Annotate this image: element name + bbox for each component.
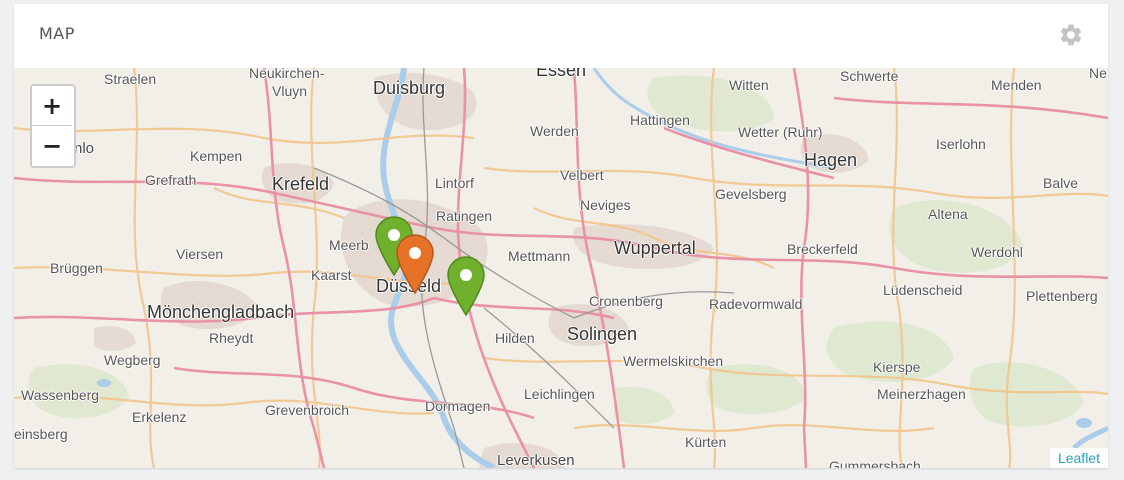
zoom-out-button[interactable]: − xyxy=(32,126,72,166)
place-label: Duisburg xyxy=(373,78,446,98)
place-label: Wermelskirchen xyxy=(623,353,724,369)
place-label: Kempen xyxy=(190,148,243,164)
place-label: Mönchengladbach xyxy=(147,302,295,322)
zoom-in-button[interactable]: + xyxy=(32,86,72,126)
place-label: nlo xyxy=(74,140,95,157)
place-label: Werdohl xyxy=(971,244,1023,260)
place-label: Velbert xyxy=(560,167,604,183)
place-label: Schwerte xyxy=(840,68,899,84)
place-label: Leverkusen xyxy=(497,452,575,468)
place-label: Meerb xyxy=(329,237,369,253)
place-label: Neviges xyxy=(580,197,631,213)
place-label: Straelen xyxy=(104,71,157,87)
marker-green-2[interactable] xyxy=(447,256,485,320)
place-label: Breckerfeld xyxy=(787,241,858,257)
place-label: Iserlohn xyxy=(936,136,986,152)
place-label: Grefrath xyxy=(145,172,197,188)
place-label: Kürten xyxy=(685,434,727,450)
place-label: Meinerzhagen xyxy=(877,386,966,402)
place-label: Leichlingen xyxy=(524,386,595,402)
place-label: Werden xyxy=(530,123,579,139)
gear-icon[interactable] xyxy=(1058,22,1084,48)
attribution: Leaflet xyxy=(1049,448,1108,468)
place-label: Rheydt xyxy=(209,330,254,346)
place-label: Kaarst xyxy=(311,267,352,283)
card-title: MAP xyxy=(39,24,75,43)
place-label: Witten xyxy=(729,77,769,93)
place-label: Dormagen xyxy=(425,398,491,414)
place-label: Altena xyxy=(928,206,968,222)
map-view[interactable]: Straelen Neukirchen- Vluyn Duisburg Esse… xyxy=(14,68,1108,468)
place-label: Hilden xyxy=(495,330,535,346)
place-label: Radevormwald xyxy=(709,296,803,312)
place-label: Solingen xyxy=(567,324,638,344)
place-label: Plettenberg xyxy=(1026,288,1098,304)
place-label: Krefeld xyxy=(272,174,330,194)
place-label: Kierspe xyxy=(873,359,921,375)
place-label: Hagen xyxy=(804,150,858,170)
place-label: Ratingen xyxy=(436,208,493,224)
place-label: Cronenberg xyxy=(589,293,663,309)
place-label: Lintorf xyxy=(435,175,474,191)
place-label: Gevelsberg xyxy=(715,186,787,202)
leaflet-link[interactable]: Leaflet xyxy=(1058,450,1100,466)
place-label: einsberg xyxy=(14,426,68,442)
place-label: Lüdenscheid xyxy=(883,282,963,298)
card-header: MAP xyxy=(14,4,1108,68)
place-label: Balve xyxy=(1043,175,1079,191)
place-label: Wuppertal xyxy=(614,238,696,258)
place-label: Neukirchen- xyxy=(249,68,325,81)
place-label: Menden xyxy=(991,77,1042,93)
zoom-control: + − xyxy=(30,84,76,168)
place-label: Erkelenz xyxy=(132,409,187,425)
place-label: Wegberg xyxy=(104,352,161,368)
marker-orange[interactable] xyxy=(396,234,434,298)
place-label: Mettmann xyxy=(508,248,571,264)
place-label: Viersen xyxy=(176,246,224,262)
place-label: Brüggen xyxy=(50,260,103,276)
place-label: Wetter (Ruhr) xyxy=(738,124,823,140)
place-label: Ne xyxy=(1089,68,1107,81)
map-card: MAP Straelen Neukirchen- Vluyn Duisburg … xyxy=(14,4,1108,468)
place-label: Gummersbach xyxy=(829,458,921,468)
place-label: Vluyn xyxy=(272,83,308,99)
place-label: Essen xyxy=(536,68,587,80)
place-label: Hattingen xyxy=(630,112,690,128)
place-label: Grevenbroich xyxy=(265,402,350,418)
place-label: Wassenberg xyxy=(21,387,100,403)
